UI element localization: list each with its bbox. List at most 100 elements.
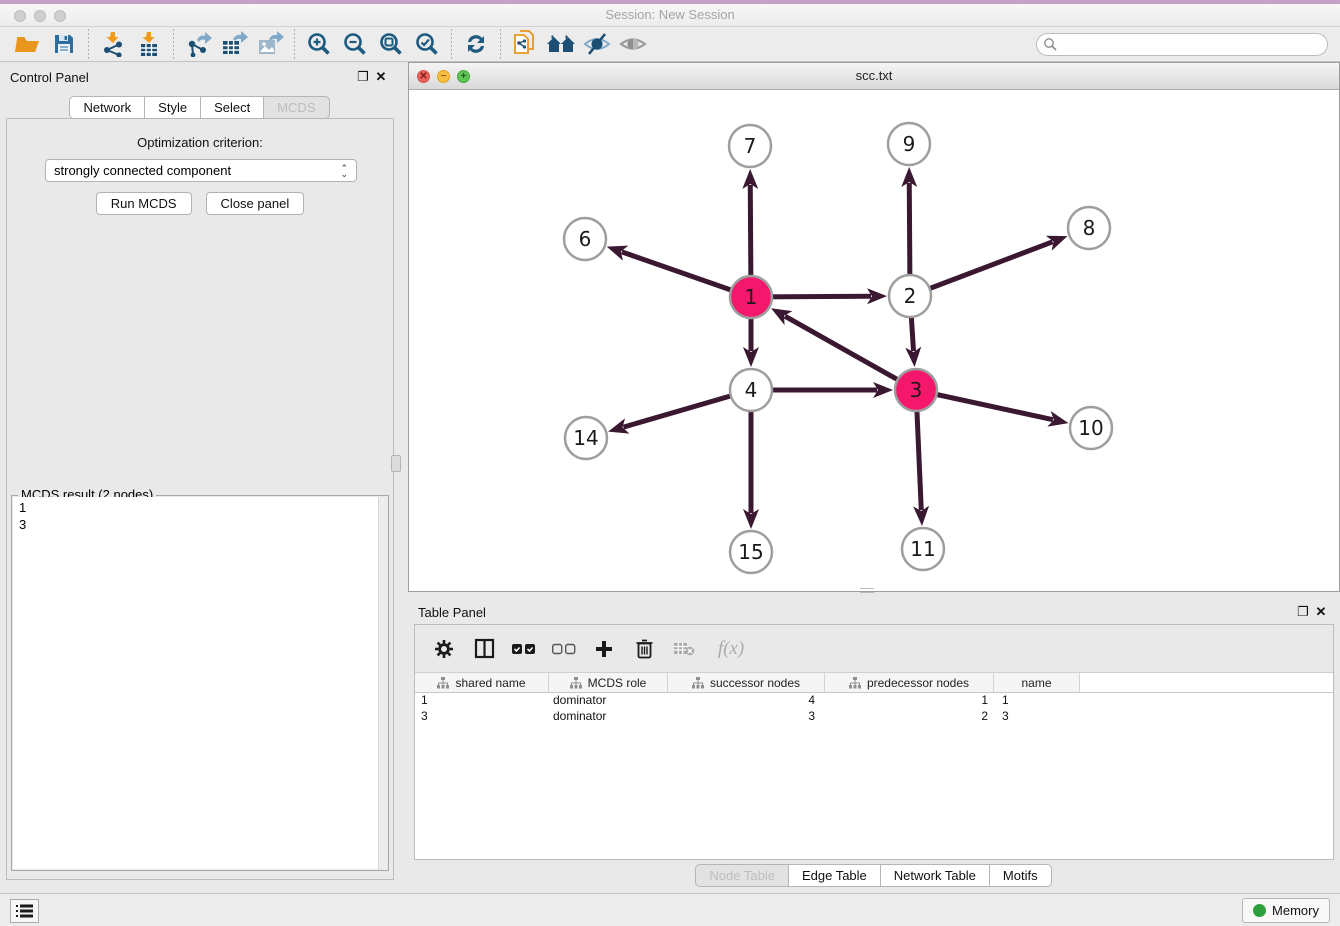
import-network-button[interactable] [95,28,131,60]
zoom-out-button[interactable] [337,28,373,60]
tab-network-table[interactable]: Network Table [880,864,990,887]
refresh-button[interactable] [458,28,494,60]
memory-status-icon [1253,904,1266,917]
table-panel-title: Table Panel [418,605,1294,620]
network-window-titlebar[interactable]: ✕ − + scc.txt [409,63,1339,90]
export-table-button[interactable] [216,28,252,60]
columns-icon [474,638,495,659]
toolbar-separator [451,29,452,59]
column-header-predecessor-nodes[interactable]: predecessor nodes [825,673,994,692]
graph-node-label-4: 4 [745,378,758,402]
tab-edge-table[interactable]: Edge Table [788,864,881,887]
close-panel-icon[interactable]: ✕ [372,69,390,85]
mcds-result-text[interactable]: 1 3 [13,497,387,869]
tab-select[interactable]: Select [200,96,264,119]
hide-graphics-details-button[interactable] [579,28,615,60]
table-cell[interactable]: 3 [994,709,1080,725]
import-network-icon [100,31,126,57]
optimization-label: Optimization criterion: [7,135,393,150]
column-header-label: shared name [455,676,525,690]
table-cell[interactable]: 1 [825,693,994,709]
table-cell[interactable]: 2 [825,709,994,725]
optimization-select[interactable]: strongly connected component ⌃⌄ [45,159,357,182]
table-close-icon[interactable]: ✕ [1312,604,1330,620]
split-columns-button[interactable] [469,634,499,664]
export-table-icon [220,31,248,57]
tab-network[interactable]: Network [69,96,145,119]
graph-node-label-11: 11 [910,537,935,561]
import-table-button[interactable] [131,28,167,60]
control-panel-title: Control Panel [10,70,354,85]
export-image-button[interactable] [252,28,288,60]
search-input[interactable] [1058,35,1327,54]
table-cell[interactable]: 4 [668,693,825,709]
plus-icon [594,639,614,659]
column-header-label: name [1021,676,1051,690]
export-network-button[interactable] [180,28,216,60]
table-cell[interactable]: 3 [668,709,825,725]
clone-network-button[interactable] [507,28,543,60]
table-settings-button[interactable] [429,634,459,664]
graph-edge-3-1[interactable] [785,316,916,390]
tab-motifs[interactable]: Motifs [989,864,1052,887]
run-mcds-button[interactable]: Run MCDS [96,192,192,215]
table-cell[interactable]: dominator [549,709,668,725]
column-header-name[interactable]: name [994,673,1080,692]
deselect-all-columns-button[interactable] [549,634,579,664]
column-header-shared-name[interactable]: shared name [415,673,549,692]
attribute-icon [570,677,582,689]
checked-boxes-icon [512,643,536,655]
table-tabs: Node Table Edge Table Network Table Moti… [408,864,1340,887]
column-header-successor-nodes[interactable]: successor nodes [668,673,825,692]
delete-table-icon [673,641,695,656]
memory-label: Memory [1272,903,1319,918]
graph-node-label-1: 1 [745,285,758,309]
close-panel-button[interactable]: Close panel [206,192,305,215]
main-toolbar [0,27,1340,62]
gear-icon [434,639,454,659]
zoom-selected-button[interactable] [409,28,445,60]
select-all-columns-button[interactable] [509,634,539,664]
status-bar: Memory [0,893,1340,926]
network-canvas[interactable]: 7968124314101511 [409,90,1339,591]
table-cell[interactable]: dominator [549,693,668,709]
table-cell[interactable]: 1 [415,693,549,709]
tab-mcds[interactable]: MCDS [263,96,329,119]
save-session-button[interactable] [46,28,82,60]
graph-node-label-3: 3 [910,378,923,402]
table-cell[interactable]: 1 [994,693,1080,709]
table-row[interactable]: 1dominator411 [415,693,1333,709]
zoom-fit-button[interactable] [373,28,409,60]
refresh-icon [464,32,488,56]
control-panel-tabs: Network Style Select MCDS [0,96,400,119]
home-button[interactable] [543,28,579,60]
mcds-result-scrollbar[interactable] [378,497,387,869]
tab-style[interactable]: Style [144,96,201,119]
table-float-icon[interactable]: ❐ [1294,604,1312,620]
memory-button[interactable]: Memory [1242,898,1330,923]
column-header-MCDS-role[interactable]: MCDS role [549,673,668,692]
table-row[interactable]: 3dominator323 [415,709,1333,725]
tab-node-table[interactable]: Node Table [695,864,789,887]
select-stepper-icon: ⌃⌄ [340,165,348,177]
show-hide-button[interactable] [615,28,651,60]
export-network-icon [185,31,212,57]
vertical-splitter-handle[interactable] [391,455,401,472]
eye-icon [619,32,647,56]
trash-icon [635,638,654,659]
zoom-in-icon [306,31,332,57]
function-builder-button[interactable]: f(x) [709,634,753,664]
float-panel-icon[interactable]: ❐ [354,69,372,85]
search-field[interactable] [1036,33,1328,56]
horizontal-splitter-handle[interactable] [860,588,874,593]
graph-edge-2-8[interactable] [910,242,1053,296]
zoom-in-button[interactable] [301,28,337,60]
task-history-button[interactable] [10,899,39,923]
table-cell[interactable]: 3 [415,709,549,725]
create-column-button[interactable] [589,634,619,664]
graph-node-label-6: 6 [579,227,592,251]
delete-column-button[interactable] [629,634,659,664]
toolbar-separator [500,29,501,59]
open-session-button[interactable] [10,28,46,60]
delete-table-button[interactable] [669,634,699,664]
